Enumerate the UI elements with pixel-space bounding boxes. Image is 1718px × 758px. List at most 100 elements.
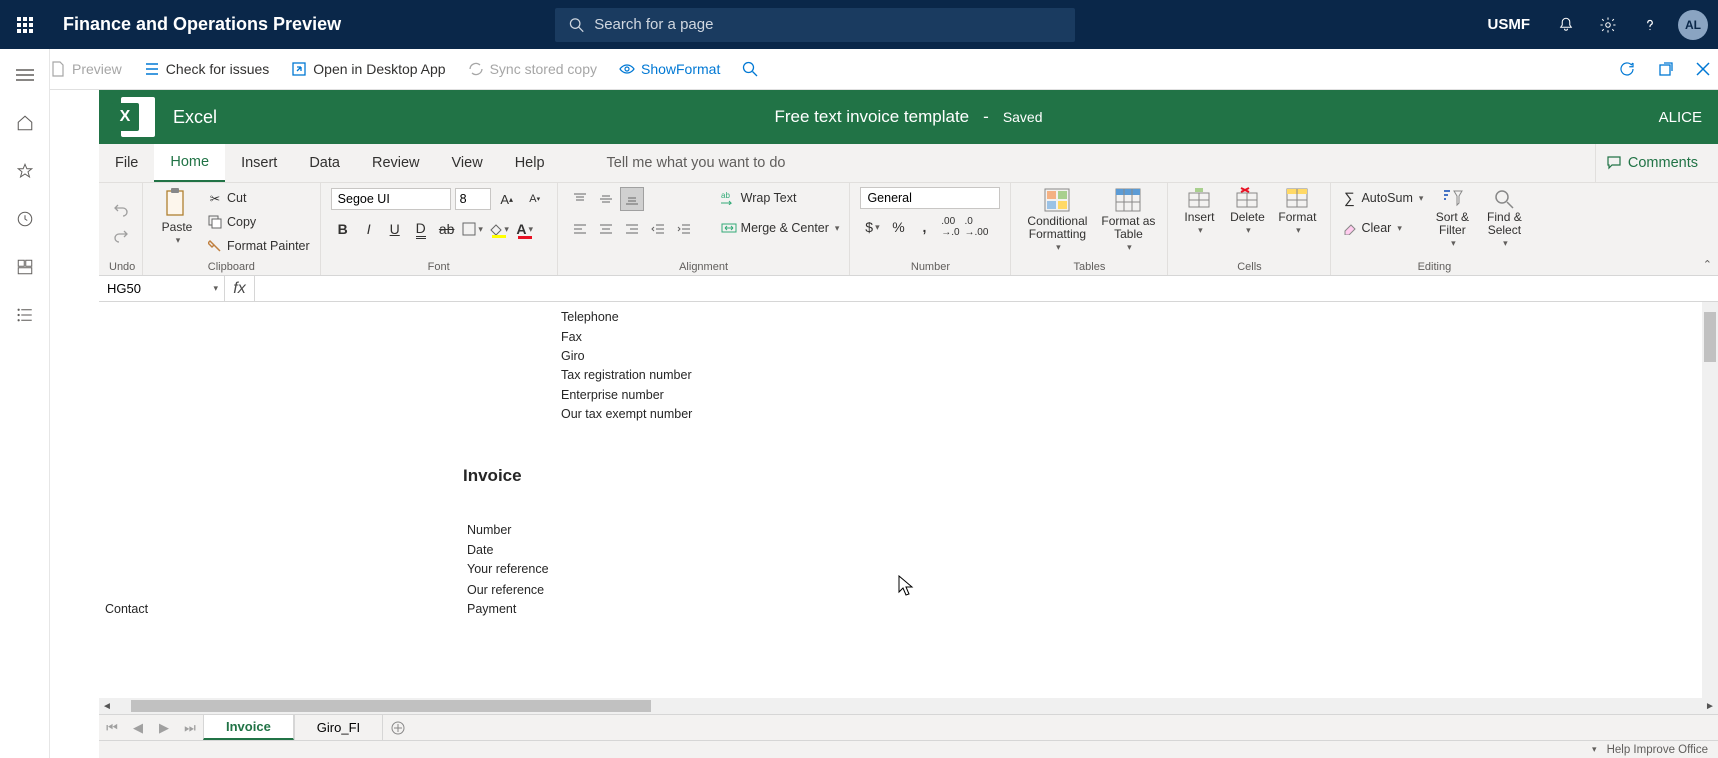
help-improve-link[interactable]: Help Improve Office bbox=[1607, 744, 1708, 756]
nav-recent[interactable] bbox=[13, 207, 37, 231]
fx-button[interactable]: fx bbox=[225, 276, 255, 301]
cmd-open-desktop[interactable]: Open in Desktop App bbox=[291, 61, 445, 77]
user-avatar[interactable]: AL bbox=[1678, 10, 1708, 40]
undo-button[interactable] bbox=[109, 198, 133, 222]
cell-giro[interactable]: Giro bbox=[561, 349, 585, 363]
cmd-check-issues[interactable]: Check for issues bbox=[144, 61, 269, 77]
bold-button[interactable]: B bbox=[331, 217, 355, 241]
comma-button[interactable]: , bbox=[912, 215, 936, 239]
borders-button[interactable]: ▾ bbox=[461, 217, 485, 241]
document-name[interactable]: Free text invoice template bbox=[774, 107, 969, 127]
cell-payment[interactable]: Payment bbox=[467, 602, 516, 616]
align-top-button[interactable] bbox=[568, 187, 592, 211]
cmd-popout[interactable] bbox=[1658, 61, 1674, 77]
formula-input[interactable] bbox=[255, 276, 1718, 301]
wrap-text-button[interactable]: abWrap Text bbox=[721, 187, 840, 209]
redo-button[interactable] bbox=[109, 224, 133, 248]
notifications-button[interactable] bbox=[1546, 0, 1586, 49]
align-bottom-button[interactable] bbox=[620, 187, 644, 211]
cell-your-ref[interactable]: Your reference bbox=[467, 562, 549, 576]
help-button[interactable] bbox=[1630, 0, 1670, 49]
cut-button[interactable]: ✂Cut bbox=[207, 187, 310, 209]
sort-filter-button[interactable]: Sort & Filter▾ bbox=[1429, 187, 1475, 249]
strikethrough-button[interactable]: ab bbox=[435, 217, 459, 241]
global-search-input[interactable] bbox=[594, 16, 1061, 33]
delete-cells-button[interactable]: Delete▾ bbox=[1226, 187, 1268, 236]
scroll-right-button[interactable]: ► bbox=[1702, 698, 1718, 714]
sheet-tab-invoice[interactable]: Invoice bbox=[203, 715, 294, 740]
find-select-button[interactable]: Find & Select▾ bbox=[1481, 187, 1527, 249]
scrollbar-thumb[interactable] bbox=[131, 700, 651, 712]
cell-invoice-header[interactable]: Invoice bbox=[463, 466, 522, 486]
grow-font-button[interactable]: A▴ bbox=[495, 187, 519, 211]
nav-modules[interactable] bbox=[13, 303, 37, 327]
nav-workspaces[interactable] bbox=[13, 255, 37, 279]
cell-date[interactable]: Date bbox=[467, 543, 493, 557]
tab-view[interactable]: View bbox=[436, 144, 499, 182]
tab-insert[interactable]: Insert bbox=[225, 144, 293, 182]
conditional-formatting-button[interactable]: Conditional Formatting▾ bbox=[1021, 187, 1093, 253]
collapse-ribbon-button[interactable]: ⌃ bbox=[1703, 258, 1712, 271]
cmd-sync[interactable]: Sync stored copy bbox=[468, 61, 597, 77]
number-format-select[interactable] bbox=[860, 187, 1000, 209]
cell-enterprise[interactable]: Enterprise number bbox=[561, 388, 664, 402]
font-family-select[interactable] bbox=[331, 188, 451, 210]
tab-review[interactable]: Review bbox=[356, 144, 436, 182]
sheet-tab-giro-fi[interactable]: Giro_FI bbox=[294, 715, 383, 740]
legal-entity[interactable]: USMF bbox=[1474, 16, 1545, 33]
sheet-nav-prev[interactable]: ◀ bbox=[125, 715, 151, 740]
percent-button[interactable]: % bbox=[886, 215, 910, 239]
autosum-button[interactable]: ∑AutoSum▾ bbox=[1341, 187, 1423, 209]
scrollbar-thumb[interactable] bbox=[1704, 312, 1716, 362]
cmd-close[interactable] bbox=[1696, 62, 1710, 76]
cell-number[interactable]: Number bbox=[467, 523, 511, 537]
shrink-font-button[interactable]: A▾ bbox=[523, 187, 547, 211]
cmd-preview[interactable]: Preview bbox=[50, 61, 122, 77]
font-color-button[interactable]: A▾ bbox=[513, 217, 537, 241]
cell-telephone[interactable]: Telephone bbox=[561, 310, 619, 324]
clear-button[interactable]: Clear▾ bbox=[1341, 217, 1423, 239]
align-left-button[interactable] bbox=[568, 217, 592, 241]
paste-button[interactable]: Paste▾ bbox=[153, 187, 201, 246]
settings-button[interactable] bbox=[1588, 0, 1628, 49]
status-menu-button[interactable]: ▾ bbox=[1592, 744, 1597, 755]
currency-button[interactable]: $▾ bbox=[860, 215, 884, 239]
sheet-nav-next[interactable]: ▶ bbox=[151, 715, 177, 740]
comments-button[interactable]: Comments bbox=[1595, 144, 1708, 182]
copy-button[interactable]: Copy bbox=[207, 211, 310, 233]
global-search[interactable] bbox=[555, 8, 1075, 42]
decrease-indent-button[interactable] bbox=[646, 217, 670, 241]
tab-file[interactable]: File bbox=[99, 144, 154, 182]
format-painter-button[interactable]: Format Painter bbox=[207, 235, 310, 257]
sheet-nav-last[interactable]: ⏭ bbox=[177, 715, 203, 740]
align-middle-button[interactable] bbox=[594, 187, 618, 211]
scroll-left-button[interactable]: ◄ bbox=[99, 698, 115, 714]
nav-favorites[interactable] bbox=[13, 159, 37, 183]
add-sheet-button[interactable] bbox=[383, 715, 413, 740]
format-as-table-button[interactable]: Format as Table▾ bbox=[1099, 187, 1157, 253]
cmd-refresh[interactable] bbox=[1618, 60, 1636, 78]
increase-indent-button[interactable] bbox=[672, 217, 696, 241]
align-right-button[interactable] bbox=[620, 217, 644, 241]
tell-me-search[interactable]: Tell me what you want to do bbox=[591, 144, 802, 182]
italic-button[interactable]: I bbox=[357, 217, 381, 241]
sheet-nav-first[interactable]: ⏮ bbox=[99, 715, 125, 740]
underline-button[interactable]: U bbox=[383, 217, 407, 241]
cell-fax[interactable]: Fax bbox=[561, 330, 582, 344]
cmd-search[interactable] bbox=[742, 61, 758, 77]
nav-home[interactable] bbox=[13, 111, 37, 135]
name-box[interactable]: HG50▾ bbox=[99, 276, 225, 301]
double-underline-button[interactable]: D bbox=[409, 217, 433, 241]
cell-tax-exempt[interactable]: Our tax exempt number bbox=[561, 407, 692, 421]
align-center-button[interactable] bbox=[594, 217, 618, 241]
tab-help[interactable]: Help bbox=[499, 144, 561, 182]
vertical-scrollbar[interactable] bbox=[1702, 302, 1718, 698]
increase-decimal-button[interactable]: .00→.0 bbox=[938, 215, 962, 239]
horizontal-scrollbar[interactable]: ◄ ► bbox=[99, 698, 1718, 714]
format-cells-button[interactable]: Format▾ bbox=[1274, 187, 1320, 236]
cell-our-ref[interactable]: Our reference bbox=[467, 583, 544, 597]
fill-color-button[interactable]: ▾ bbox=[487, 217, 511, 241]
merge-center-button[interactable]: Merge & Center▾ bbox=[721, 217, 840, 239]
cell-contact[interactable]: Contact bbox=[105, 602, 148, 616]
cmd-show-format[interactable]: ShowFormat bbox=[619, 61, 720, 77]
